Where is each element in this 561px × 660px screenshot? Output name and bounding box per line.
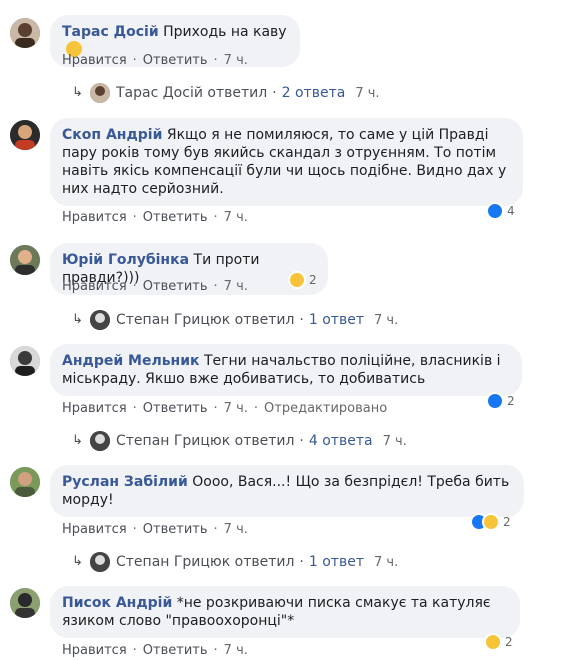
reply-link[interactable]: Ответить	[143, 522, 208, 537]
avatar[interactable]	[10, 588, 40, 618]
avatar[interactable]	[10, 346, 40, 376]
comment-time[interactable]: 7 ч.	[224, 53, 248, 68]
reply-count: 1 ответ	[308, 312, 364, 328]
like-link[interactable]: Нравится	[62, 643, 127, 658]
reply-link[interactable]: Ответить	[143, 210, 208, 225]
comment-text: Приходь на каву	[163, 24, 287, 40]
replies-link[interactable]: ↳ Тарас Досій ответил · 2 ответа 7 ч.	[72, 82, 380, 104]
comment-actions: Нравится · Ответить · 7 ч.	[62, 522, 248, 537]
reply-time: 7 ч.	[373, 313, 399, 328]
reaction-count: 4	[507, 203, 515, 218]
like-reaction-icon	[486, 201, 504, 220]
reply-count: 2 ответа	[281, 85, 346, 101]
reactions-summary[interactable]: 2	[470, 511, 511, 531]
avatar[interactable]	[10, 467, 40, 497]
reaction-count: 2	[507, 393, 515, 408]
reply-time: 7 ч.	[373, 555, 399, 570]
comment-bubble: Андрей Мельник Тегни начальство поліційн…	[50, 344, 522, 396]
avatar	[90, 310, 110, 330]
comment-author[interactable]: Тарас Досій	[62, 24, 159, 40]
comment-actions: Нравится · Ответить · 7 ч. · Отредактировано	[62, 401, 388, 416]
reply-link[interactable]: Ответить	[143, 401, 208, 416]
comment-time[interactable]: 7 ч.	[224, 643, 248, 658]
comment-actions: Нравится · Ответить · 7 ч.	[62, 279, 248, 294]
comment-author[interactable]: Писок Андрій	[62, 595, 172, 611]
like-link[interactable]: Нравится	[62, 401, 127, 416]
reply-link[interactable]: Ответить	[143, 53, 208, 68]
comment-time[interactable]: 7 ч.	[224, 401, 248, 416]
comment-author[interactable]: Андрей Мельник	[62, 353, 200, 369]
avatar[interactable]	[10, 18, 40, 48]
replier-name: Тарас Досій ответил	[116, 85, 268, 101]
comment-time[interactable]: 7 ч.	[224, 522, 248, 537]
comment-author[interactable]: Скоп Андрій	[62, 127, 162, 143]
reply-arrow-icon: ↳	[72, 312, 83, 327]
replier-name: Степан Грицюк ответил	[116, 554, 295, 570]
comment-author[interactable]: Юрій Голубінка	[62, 252, 189, 268]
comment-time[interactable]: 7 ч.	[224, 279, 248, 294]
reaction-count: 2	[505, 634, 513, 649]
comment-time[interactable]: 7 ч.	[224, 210, 248, 225]
comment-actions: Нравится · Ответить · 7 ч.	[62, 210, 248, 225]
reply-count: 4 ответа	[308, 433, 373, 449]
reply-link[interactable]: Ответить	[143, 279, 208, 294]
reply-link[interactable]: Ответить	[143, 643, 208, 658]
avatar	[90, 431, 110, 451]
comment-author[interactable]: Руслан Забілий	[62, 474, 188, 490]
edited-label[interactable]: Отредактировано	[264, 401, 387, 416]
reply-count: 1 ответ	[308, 554, 364, 570]
reactions-summary[interactable]: 2	[484, 631, 513, 651]
avatar[interactable]	[10, 245, 40, 275]
comment-bubble: Скоп Андрій Якщо я не помиляюся, то саме…	[50, 118, 523, 206]
replies-link[interactable]: ↳ Степан Грицюк ответил · 4 ответа 7 ч.	[72, 430, 407, 452]
like-reaction-icon	[486, 391, 504, 410]
replies-link[interactable]: ↳ Степан Грицюк ответил · 1 ответ 7 ч.	[72, 551, 398, 573]
reply-arrow-icon: ↳	[72, 554, 83, 569]
haha-reaction-icon	[288, 270, 306, 289]
avatar[interactable]	[10, 120, 40, 150]
avatar	[90, 83, 110, 103]
comment-actions: Нравится · Ответить · 7 ч.	[62, 53, 248, 68]
reply-time: 7 ч.	[355, 86, 380, 101]
comment-bubble: Писок Андрій *не розкриваючи писка смаку…	[50, 586, 520, 638]
reactions-summary[interactable]: 2	[486, 390, 515, 410]
avatar	[90, 552, 110, 572]
reply-arrow-icon: ↳	[72, 433, 83, 448]
like-link[interactable]: Нравится	[62, 53, 127, 68]
like-link[interactable]: Нравится	[62, 210, 127, 225]
reactions-summary[interactable]: 4	[486, 200, 515, 220]
replier-name: Степан Грицюк ответил	[116, 312, 295, 328]
haha-reaction-icon	[484, 632, 502, 651]
reply-arrow-icon: ↳	[72, 85, 83, 100]
reaction-count: 2	[503, 514, 511, 529]
comment-actions: Нравится · Ответить · 7 ч.	[62, 643, 248, 658]
reply-time: 7 ч.	[382, 434, 407, 449]
like-link[interactable]: Нравится	[62, 522, 127, 537]
replies-link[interactable]: ↳ Степан Грицюк ответил · 1 ответ 7 ч.	[72, 309, 398, 331]
haha-reaction-icon	[482, 512, 500, 531]
comment-bubble: Руслан Забілий Оооо, Вася...! Що за безп…	[50, 465, 524, 517]
reactions-summary[interactable]: 2	[288, 269, 317, 289]
reaction-count: 2	[309, 272, 317, 287]
like-link[interactable]: Нравится	[62, 279, 127, 294]
replier-name: Степан Грицюк ответил	[116, 433, 295, 449]
